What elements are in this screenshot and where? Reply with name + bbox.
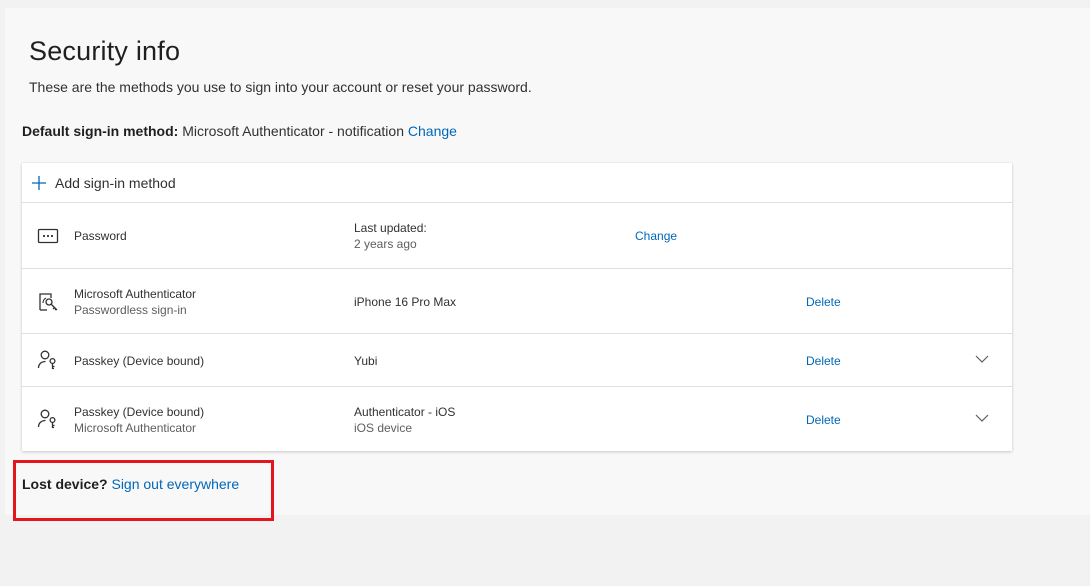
method-detail-cell: Yubi [354,353,377,369]
method-detail: Last updated: [354,221,427,235]
method-row-password: Password Last updated: 2 years ago Chang… [22,204,1012,269]
default-method-label: Default sign-in method: [22,123,179,139]
method-detail: iPhone 16 Pro Max [354,295,457,309]
change-default-method-link[interactable]: Change [408,123,457,139]
method-name: Microsoft Authenticator [74,287,197,301]
delete-method-link[interactable]: Delete [806,294,841,310]
security-info-page: Security info These are the methods you … [5,8,1090,515]
chevron-down-icon[interactable] [975,354,989,364]
delete-method-link[interactable]: Delete [806,412,841,428]
method-row-passkey-authenticator: Passkey (Device bound) Microsoft Authent… [22,387,1012,451]
method-name-cell: Passkey (Device bound) [74,353,204,369]
method-detail: Authenticator - iOS [354,405,456,419]
add-sign-in-method-button[interactable]: Add sign-in method [22,163,1012,203]
method-name-cell: Microsoft Authenticator Passwordless sig… [74,286,196,318]
default-sign-in-method: Default sign-in method: Microsoft Authen… [22,123,457,139]
method-detail-cell: Last updated: 2 years ago [354,220,427,252]
method-row-authenticator: Microsoft Authenticator Passwordless sig… [22,269,1012,334]
authenticator-icon [39,293,58,311]
method-detail-cell: Authenticator - iOS iOS device [354,404,455,436]
passkey-icon [37,350,56,370]
delete-method-link[interactable]: Delete [806,353,841,369]
page-title: Security info [29,36,181,66]
chevron-down-icon[interactable] [975,413,989,423]
highlight-annotation-box [13,460,274,521]
passkey-icon [37,409,56,429]
method-row-passkey-yubi: Passkey (Device bound) Yubi Delete [22,334,1012,387]
page-subtitle: These are the methods you use to sign in… [29,79,532,95]
method-name: Password [74,229,127,243]
password-icon [37,228,59,244]
method-name-sub: Passwordless sign-in [74,303,187,317]
method-detail-sub: iOS device [354,421,413,435]
method-name-cell: Passkey (Device bound) Microsoft Authent… [74,404,204,436]
change-password-link[interactable]: Change [635,228,677,244]
default-method-value: Microsoft Authenticator - notification [182,123,404,139]
method-name: Passkey (Device bound) [74,354,205,368]
method-detail-sub: 2 years ago [354,237,417,251]
method-detail: Yubi [354,354,378,368]
add-sign-in-method-label: Add sign-in method [55,174,176,191]
method-name-sub: Microsoft Authenticator [74,421,197,435]
method-detail-cell: iPhone 16 Pro Max [354,294,456,310]
sign-in-methods-list: Add sign-in method Password Last updated… [22,163,1012,451]
method-name-cell: Password [74,228,127,244]
method-name: Passkey (Device bound) [74,405,205,419]
plus-icon [32,175,46,190]
